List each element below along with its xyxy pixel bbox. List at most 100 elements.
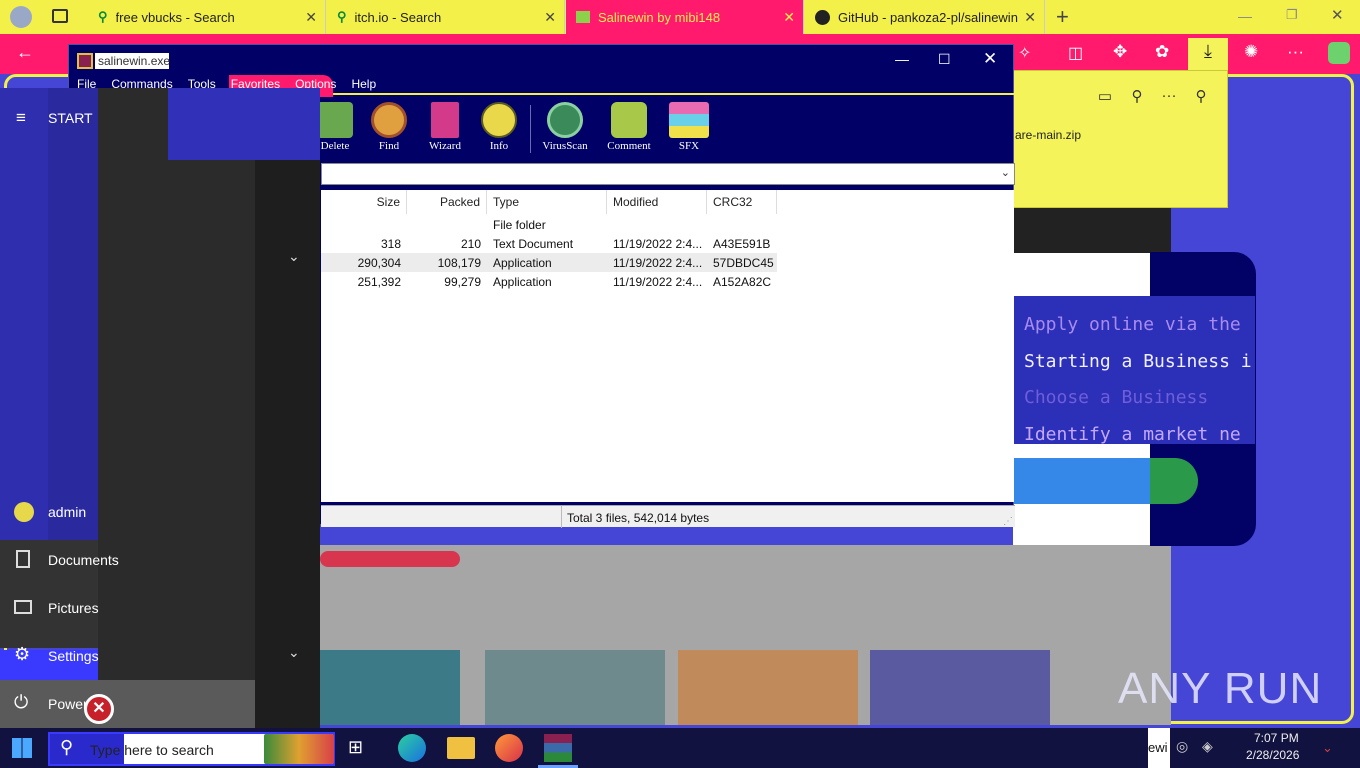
close-tab-icon[interactable]: ✕ xyxy=(544,9,556,26)
start-item-admin[interactable]: admin xyxy=(14,502,254,526)
tab-salinewin-active[interactable]: Salinewin by mibi148 ✕ xyxy=(566,0,804,34)
start-item-documents[interactable]: Documents xyxy=(14,550,254,574)
toolbar-separator xyxy=(530,105,531,153)
tab-github[interactable]: GitHub - pankoza2-pl/salinewin.e ✕ xyxy=(805,0,1045,34)
more-icon[interactable]: ··· xyxy=(1287,42,1304,62)
toolbar-wizard[interactable]: Wizard xyxy=(415,100,475,158)
edge-taskbar-icon[interactable] xyxy=(398,734,426,762)
comment-icon xyxy=(611,102,647,138)
favorites-icon[interactable]: ✧ xyxy=(1018,43,1031,63)
start-item-pictures[interactable]: Pictures xyxy=(14,598,254,622)
toolbar-sfx[interactable]: SFX xyxy=(659,100,719,158)
cell-packed xyxy=(407,215,487,234)
toolbar-comment[interactable]: Comment xyxy=(599,100,659,158)
taskbar-search-box[interactable]: ⚲ Type here to search xyxy=(48,732,335,766)
thumb-1 xyxy=(320,650,460,725)
copilot-icon[interactable]: ✺ xyxy=(1244,42,1258,62)
start-item-power[interactable]: ⏻ Power xyxy=(14,692,254,718)
edge-sidebar-icon[interactable] xyxy=(1328,42,1350,64)
cell-packed: 210 xyxy=(460,237,481,251)
start-dark-panel xyxy=(98,88,255,728)
extensions-icon[interactable]: ✥ xyxy=(1113,42,1127,62)
table-row[interactable]: 318 210 Text Document 11/19/2022 2:4... … xyxy=(321,234,771,253)
restore-window-icon[interactable]: ❐ xyxy=(1286,7,1298,23)
toolbar-find[interactable]: Find xyxy=(359,100,419,158)
pin-icon[interactable]: ⚲ xyxy=(1191,87,1211,107)
browser-essentials-icon[interactable]: ✿ xyxy=(1155,42,1169,62)
status-bar: Total 3 files, 542,014 bytes ⋰ xyxy=(321,505,1015,528)
winrar-app-icon xyxy=(77,53,93,69)
volume-icon[interactable]: ◈ xyxy=(1202,738,1213,755)
file-explorer-icon[interactable] xyxy=(447,737,475,759)
windows-start-icon[interactable] xyxy=(12,738,32,758)
cell-packed: 108,179 xyxy=(437,256,481,270)
download-file-name[interactable]: are-main.zip xyxy=(1015,128,1081,142)
tab-itch-search[interactable]: ⚲ itch.io - Search ✕ xyxy=(327,0,565,34)
close-tab-icon[interactable]: ✕ xyxy=(783,9,795,26)
menu-help[interactable]: Help xyxy=(351,77,376,95)
chevron-down-icon[interactable]: ⌄ xyxy=(288,644,300,661)
toolbar-info[interactable]: Info xyxy=(469,100,529,158)
clock-time[interactable]: 7:07 PM xyxy=(1254,731,1299,745)
network-icon[interactable]: ◎ xyxy=(1176,738,1188,755)
start-header: START xyxy=(48,110,93,126)
page-banner xyxy=(1013,208,1171,253)
cell-crc: 57DBDC45 xyxy=(713,256,774,270)
cell-modified: 11/19/2022 2:4... xyxy=(613,237,703,251)
tray-window-tab[interactable]: ewi xyxy=(1148,728,1170,768)
task-view-icon[interactable]: ⊞ xyxy=(348,734,376,762)
table-row[interactable]: 251,392 99,279 Application 11/19/2022 2:… xyxy=(321,272,771,291)
winrar-taskbar-icon[interactable] xyxy=(544,734,572,762)
status-text: Total 3 files, 542,014 bytes xyxy=(567,511,710,525)
pictures-icon xyxy=(14,600,32,614)
chevron-down-icon[interactable]: ⌄ xyxy=(1001,166,1010,179)
thumb-3 xyxy=(678,650,858,725)
column-type[interactable]: Type xyxy=(487,190,607,214)
cell-modified: 11/19/2022 2:4... xyxy=(613,256,703,270)
cell-size: 290,304 xyxy=(357,256,401,270)
search-downloads-icon[interactable]: ⚲ xyxy=(1127,87,1147,107)
firefox-icon[interactable] xyxy=(495,734,523,762)
tab-free-vbucks[interactable]: ⚲ free vbucks - Search ✕ xyxy=(88,0,326,34)
new-tab-button[interactable]: + xyxy=(1056,4,1069,30)
close-tab-icon[interactable]: ✕ xyxy=(305,9,317,26)
green-button[interactable] xyxy=(1150,458,1198,504)
github-icon xyxy=(815,9,830,25)
more-options-icon[interactable]: ··· xyxy=(1159,87,1179,107)
address-bar[interactable]: ⌄ xyxy=(321,163,1015,185)
start-item-settings[interactable]: ⚙ Settings xyxy=(14,644,254,670)
toolbar-virusscan[interactable]: VirusScan xyxy=(535,100,595,158)
winrar-maximize-icon[interactable]: ☐ xyxy=(938,51,951,68)
profile-icon[interactable] xyxy=(10,6,32,28)
table-row[interactable]: File folder xyxy=(321,215,771,234)
clock-date[interactable]: 2/28/2026 xyxy=(1246,748,1299,762)
close-window-icon[interactable]: ✕ xyxy=(1331,6,1344,24)
column-packed[interactable]: Packed xyxy=(407,190,487,214)
page-button[interactable] xyxy=(1013,458,1171,504)
downloads-icon[interactable]: ⤓ xyxy=(1188,38,1228,70)
notification-icon[interactable]: ⌄ xyxy=(1322,740,1333,756)
close-tab-icon[interactable]: ✕ xyxy=(1024,9,1036,26)
hamburger-icon[interactable]: ≡ xyxy=(16,108,26,128)
browser-tab-bar: ⚲ free vbucks - Search ✕ ⚲ itch.io - Sea… xyxy=(0,0,1360,34)
chevron-down-icon[interactable]: ⌄ xyxy=(288,248,300,265)
back-icon[interactable]: ← xyxy=(16,42,34,63)
start-right-strip xyxy=(255,88,320,728)
search-icon: ⚲ xyxy=(98,9,108,24)
tab-actions-icon[interactable] xyxy=(52,9,68,23)
downloads-flyout: ▭ ⚲ ··· ⚲ are-main.zip xyxy=(1010,70,1228,208)
column-crc32[interactable]: CRC32 xyxy=(707,190,777,214)
resize-grip-icon[interactable]: ⋰ xyxy=(1003,516,1013,527)
table-row[interactable]: 290,304 108,179 Application 11/19/2022 2… xyxy=(321,253,777,272)
thumb-4 xyxy=(870,650,1050,725)
open-folder-icon[interactable]: ▭ xyxy=(1095,87,1115,107)
minimize-window-icon[interactable]: — xyxy=(1238,8,1252,24)
cell-type: Text Document xyxy=(493,237,574,251)
winrar-close-icon[interactable]: ✕ xyxy=(983,49,997,69)
split-screen-icon[interactable]: ◫ xyxy=(1068,43,1083,63)
find-icon xyxy=(371,102,407,138)
column-modified[interactable]: Modified xyxy=(607,190,707,214)
winrar-minimize-icon[interactable]: — xyxy=(895,51,909,67)
itch-icon xyxy=(576,11,590,23)
column-size[interactable]: Size xyxy=(327,190,407,214)
